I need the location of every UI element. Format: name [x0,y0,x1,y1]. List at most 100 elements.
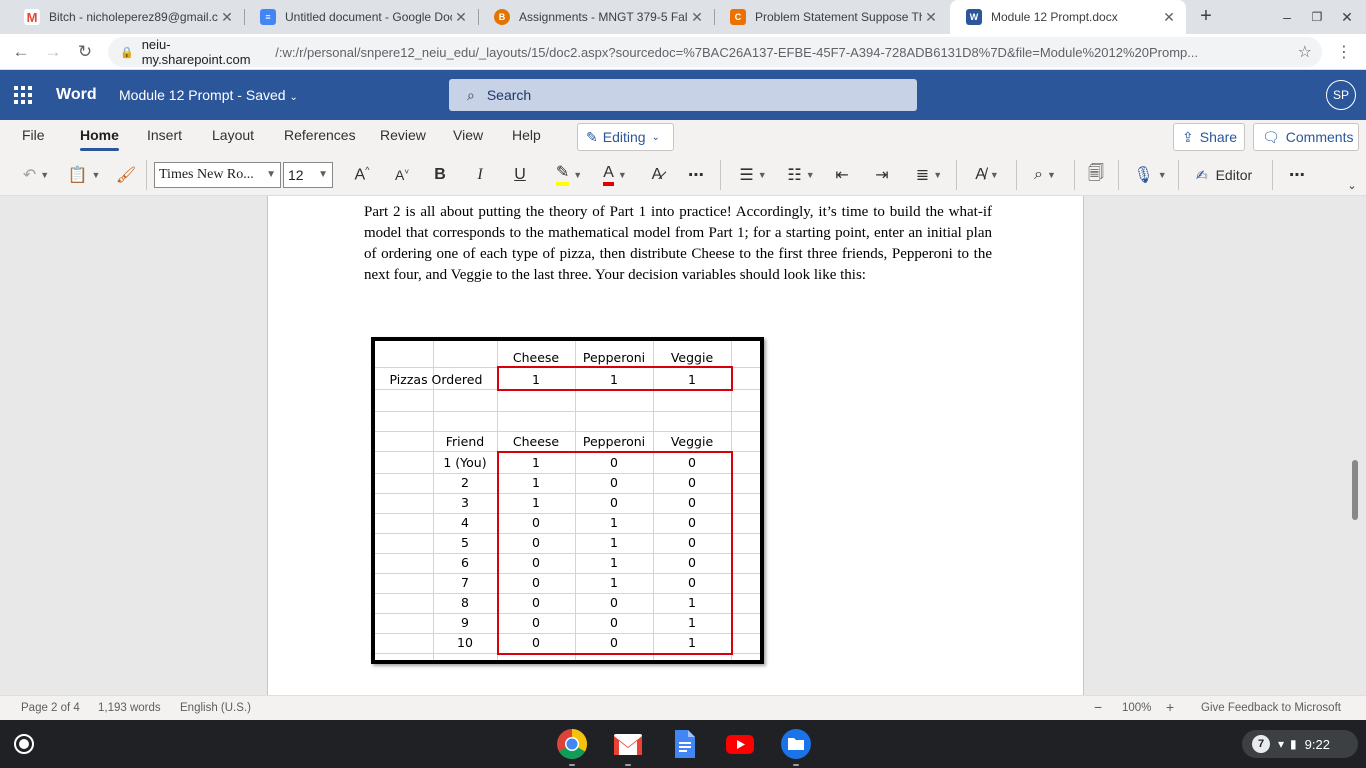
decrease-indent-button[interactable]: ⇤ [830,162,854,188]
close-icon[interactable]: ✕ [452,9,470,26]
search-input[interactable]: ⌕ Search [449,79,917,111]
browser-menu-icon[interactable]: ⋮ [1336,42,1352,62]
notification-count: 7 [1252,735,1270,753]
tab-google-docs[interactable]: ≡ Untitled document - Google Doc ✕ [244,0,478,34]
more-commands-button[interactable]: ⋯ [1284,162,1310,188]
undo-icon: ↶ [22,167,37,184]
tab-title: Assignments - MNGT 379-5 Fall [519,10,688,24]
more-font-options-button[interactable]: ⋯ [684,162,708,188]
body-paragraph[interactable]: Part 2 is all about putting the theory o… [364,202,992,286]
close-icon[interactable]: ✕ [688,9,706,26]
tab-problem-statement[interactable]: C Problem Statement Suppose Th ✕ [714,0,948,34]
comments-button[interactable]: 🗨 Comments [1253,123,1359,151]
tab-assignments[interactable]: B Assignments - MNGT 379-5 Fall ✕ [478,0,714,34]
tab-references[interactable]: References [284,127,356,143]
files-icon[interactable] [780,728,812,760]
alignment-button[interactable]: ≣ ▼ [910,162,948,188]
document-title[interactable]: Module 12 Prompt - Saved ⌄ [119,87,298,103]
minimize-icon[interactable]: – [1276,6,1298,28]
google-docs-icon: ≡ [260,9,276,25]
clear-formatting-button[interactable]: A̷ [646,162,668,188]
numbering-button[interactable]: ☷ ▼ [782,162,820,188]
chevron-down-icon: ▼ [91,170,101,180]
tab-review[interactable]: Review [380,127,426,143]
tab-home[interactable]: Home [80,127,119,151]
vertical-scrollbar[interactable] [1352,460,1358,520]
share-button[interactable]: ⇪ Share [1173,123,1245,151]
undo-button[interactable]: ↶ ▼ [18,162,54,188]
more-icon: ⋯ [688,167,704,184]
language-indicator[interactable]: English (U.S.) [180,702,251,714]
zoom-in-icon[interactable]: + [1166,699,1174,715]
chevron-down-icon: ▼ [617,170,627,180]
chrome-icon[interactable] [556,728,588,760]
window-close-icon[interactable]: ✕ [1336,6,1358,28]
highlight-button[interactable]: ✎ ▼ [550,162,588,188]
order-header-veggie: Veggie [670,350,714,365]
search-placeholder: Search [486,87,532,103]
page-count[interactable]: Page 2 of 4 [21,702,80,714]
close-icon[interactable]: ✕ [1160,9,1178,26]
zoom-out-icon[interactable]: − [1094,699,1102,715]
dictate-button[interactable]: 🎙 ▼ [1130,162,1170,188]
font-color-button[interactable]: A ▼ [596,162,634,188]
tab-gmail[interactable]: M Bitch - nicholeperez89@gmail.c ✕ [8,0,244,34]
launcher-icon[interactable] [14,734,34,754]
restore-icon[interactable]: ❐ [1306,6,1328,28]
tab-file[interactable]: File [22,127,45,143]
ribbon-divider [1272,160,1273,190]
underline-button[interactable]: U [510,162,530,188]
format-painter-icon: 🖌 [115,167,137,184]
editor-button[interactable]: ✍ Editor [1188,162,1260,188]
gmail-icon[interactable] [612,728,644,760]
font-name-select[interactable]: Times New Ro... ▼ [154,162,281,188]
align-icon: ≣ [915,167,930,184]
running-indicator [625,764,631,766]
bookmark-star-icon[interactable]: ☆ [1298,42,1312,62]
reuse-files-button[interactable]: 🗐 [1084,162,1108,188]
bold-button[interactable]: B [430,162,450,188]
tab-help[interactable]: Help [512,127,541,143]
paste-button[interactable]: 📋 ▼ [66,162,102,188]
ribbon-expand-button[interactable]: ⌄ [1344,172,1360,198]
styles-button[interactable]: A̸ ▼ [968,162,1006,188]
friend-header-pepperoni: Pepperoni [582,434,646,449]
italic-button[interactable]: I [470,162,490,188]
clipboard-icon: 📋 [67,167,88,184]
system-tray[interactable]: 7 ▾ ▮ 9:22 [1242,730,1358,758]
reload-icon[interactable]: ↻ [72,39,98,65]
format-painter-button[interactable]: 🖌 [114,162,138,188]
word-count[interactable]: 1,193 words [98,702,161,714]
close-icon[interactable]: ✕ [922,9,940,26]
find-button[interactable]: ⌕ ▼ [1026,162,1064,188]
editing-mode-button[interactable]: ✎ Editing ⌄ [577,123,674,151]
google-docs-icon[interactable] [668,728,700,760]
chevron-down-icon: ▼ [757,170,767,180]
ribbon-divider [956,160,957,190]
bullets-button[interactable]: ☰ ▼ [734,162,772,188]
forward-icon[interactable]: → [40,39,66,65]
app-launcher-icon[interactable] [14,86,32,104]
feedback-link[interactable]: Give Feedback to Microsoft [1201,702,1341,714]
search-icon: ⌕ [467,86,475,103]
new-tab-button[interactable]: + [1194,4,1218,28]
address-bar[interactable]: 🔒 neiu-my.sharepoint.com /:w:/r/personal/… [108,37,1322,67]
tab-insert[interactable]: Insert [147,127,182,143]
zoom-level[interactable]: 100% [1122,702,1151,714]
shrink-font-button[interactable]: A˅ [390,162,414,188]
tab-view[interactable]: View [453,127,483,143]
bullet-list-icon: ☰ [739,167,754,184]
tab-module-12-prompt[interactable]: W Module 12 Prompt.docx ✕ [950,0,1186,34]
app-name[interactable]: Word [56,86,97,104]
back-icon[interactable]: ← [8,39,34,65]
youtube-icon[interactable] [724,728,756,760]
tab-layout[interactable]: Layout [212,127,254,143]
avatar[interactable]: SP [1326,80,1356,110]
numbered-list-icon: ☷ [787,167,802,184]
increase-indent-button[interactable]: ⇥ [870,162,894,188]
font-size-select[interactable]: 12 ▼ [283,162,333,188]
word-icon: W [966,9,982,25]
close-icon[interactable]: ✕ [218,9,236,26]
grow-font-button[interactable]: A^ [350,162,374,188]
comment-icon: 🗨 [1262,128,1280,145]
